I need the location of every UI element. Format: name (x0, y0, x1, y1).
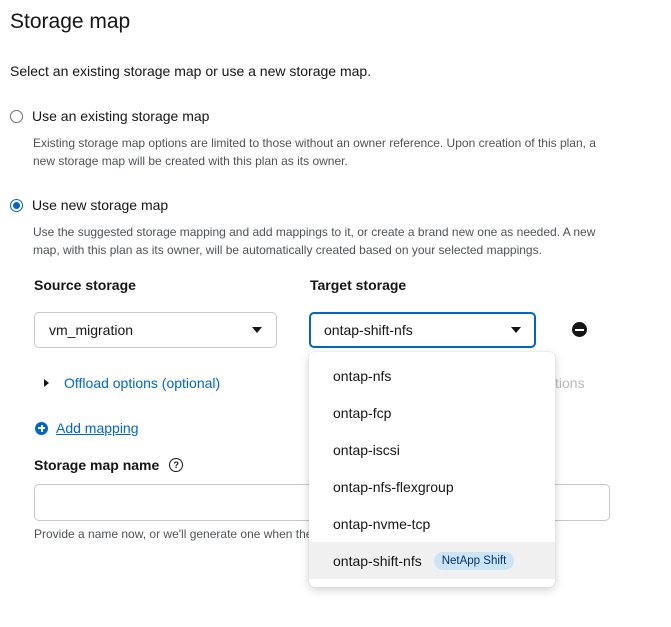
netapp-shift-badge: NetApp Shift (433, 551, 515, 570)
dropdown-option-selected[interactable]: ontap-shift-nfs NetApp Shift (309, 542, 555, 579)
plus-circle-icon (35, 421, 48, 435)
offload-options-toggle[interactable]: Offload options (optional) (44, 375, 220, 391)
remove-mapping-icon[interactable] (572, 322, 587, 337)
new-map-label[interactable]: Use new storage map (32, 197, 168, 213)
existing-map-option[interactable]: Use an existing storage map (10, 108, 209, 124)
target-storage-value: ontap-shift-nfs (324, 322, 413, 338)
storage-map-name-label: Storage map name ? (34, 457, 184, 473)
dropdown-option-label: ontap-iscsi (333, 441, 400, 458)
source-storage-value: vm_migration (49, 322, 134, 338)
dropdown-option-label: ontap-nfs-flexgroup (333, 478, 454, 495)
storage-map-name-text: Storage map name (34, 457, 160, 473)
obscured-options-text: tions (555, 375, 585, 391)
existing-map-description: Existing storage map options are limited… (33, 136, 596, 168)
dropdown-option[interactable]: ontap-iscsi (309, 431, 555, 468)
dropdown-option[interactable]: ontap-fcp (309, 394, 555, 431)
target-storage-label: Target storage (310, 277, 407, 293)
target-storage-select[interactable]: ontap-shift-nfs (309, 312, 536, 348)
dropdown-option-label: ontap-nfs (333, 367, 392, 384)
question-circle-icon[interactable]: ? (169, 458, 184, 472)
page-subtitle: Select an existing storage map or use a … (10, 63, 372, 79)
new-map-option[interactable]: Use new storage map (10, 197, 168, 213)
dropdown-option-label: ontap-nvme-tcp (333, 515, 431, 532)
existing-map-label[interactable]: Use an existing storage map (32, 108, 209, 124)
dropdown-option-label: ontap-shift-nfs (333, 552, 422, 569)
new-map-description: Use the suggested storage mapping and ad… (33, 225, 596, 257)
offload-options-label[interactable]: Offload options (optional) (64, 375, 220, 391)
existing-map-radio[interactable] (10, 109, 23, 123)
source-storage-label: Source storage (34, 277, 136, 293)
dropdown-option[interactable]: ontap-nvme-tcp (309, 505, 555, 542)
target-storage-dropdown-menu: ontap-nfs ontap-fcp ontap-iscsi ontap-nf… (309, 352, 555, 587)
dropdown-option[interactable]: ontap-nfs (309, 357, 555, 394)
new-map-radio[interactable] (10, 198, 23, 212)
add-mapping-button[interactable]: Add mapping (35, 420, 139, 436)
caret-down-icon (252, 327, 262, 333)
page-title: Storage map (10, 10, 131, 33)
storage-map-name-helper: Provide a name now, or we'll generate on… (34, 527, 313, 541)
chevron-right-icon (44, 379, 49, 387)
dropdown-option[interactable]: ontap-nfs-flexgroup (309, 468, 555, 505)
dropdown-option-label: ontap-fcp (333, 404, 392, 421)
caret-down-icon (511, 327, 521, 333)
source-storage-select[interactable]: vm_migration (34, 312, 277, 348)
add-mapping-label[interactable]: Add mapping (56, 420, 139, 436)
